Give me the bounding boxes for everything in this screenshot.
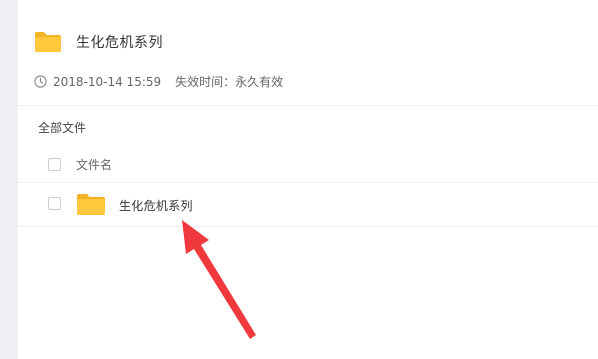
row-checkbox[interactable] bbox=[48, 197, 61, 210]
file-list-header: 文件名 bbox=[18, 146, 598, 183]
select-all-checkbox[interactable] bbox=[48, 158, 61, 171]
breadcrumb[interactable]: 全部文件 bbox=[38, 119, 86, 136]
share-title: 生化危机系列 bbox=[76, 35, 163, 51]
file-row[interactable]: 生化危机系列 bbox=[18, 183, 598, 227]
share-expire: 失效时间：永久有效 bbox=[175, 75, 284, 89]
clock-icon bbox=[34, 75, 47, 88]
share-date: 2018-10-14 15:59 bbox=[53, 74, 162, 89]
share-panel: 生化危机系列 2018-10-14 15:59 失效时间：永久有效 全部文件 文… bbox=[18, 0, 598, 359]
share-header: 生化危机系列 bbox=[34, 31, 163, 53]
share-meta: 2018-10-14 15:59 失效时间：永久有效 bbox=[34, 73, 283, 90]
folder-icon bbox=[34, 31, 62, 53]
column-header-filename[interactable]: 文件名 bbox=[76, 156, 112, 173]
folder-icon bbox=[76, 193, 106, 216]
divider bbox=[18, 105, 598, 106]
file-name-link[interactable]: 生化危机系列 bbox=[119, 197, 193, 214]
